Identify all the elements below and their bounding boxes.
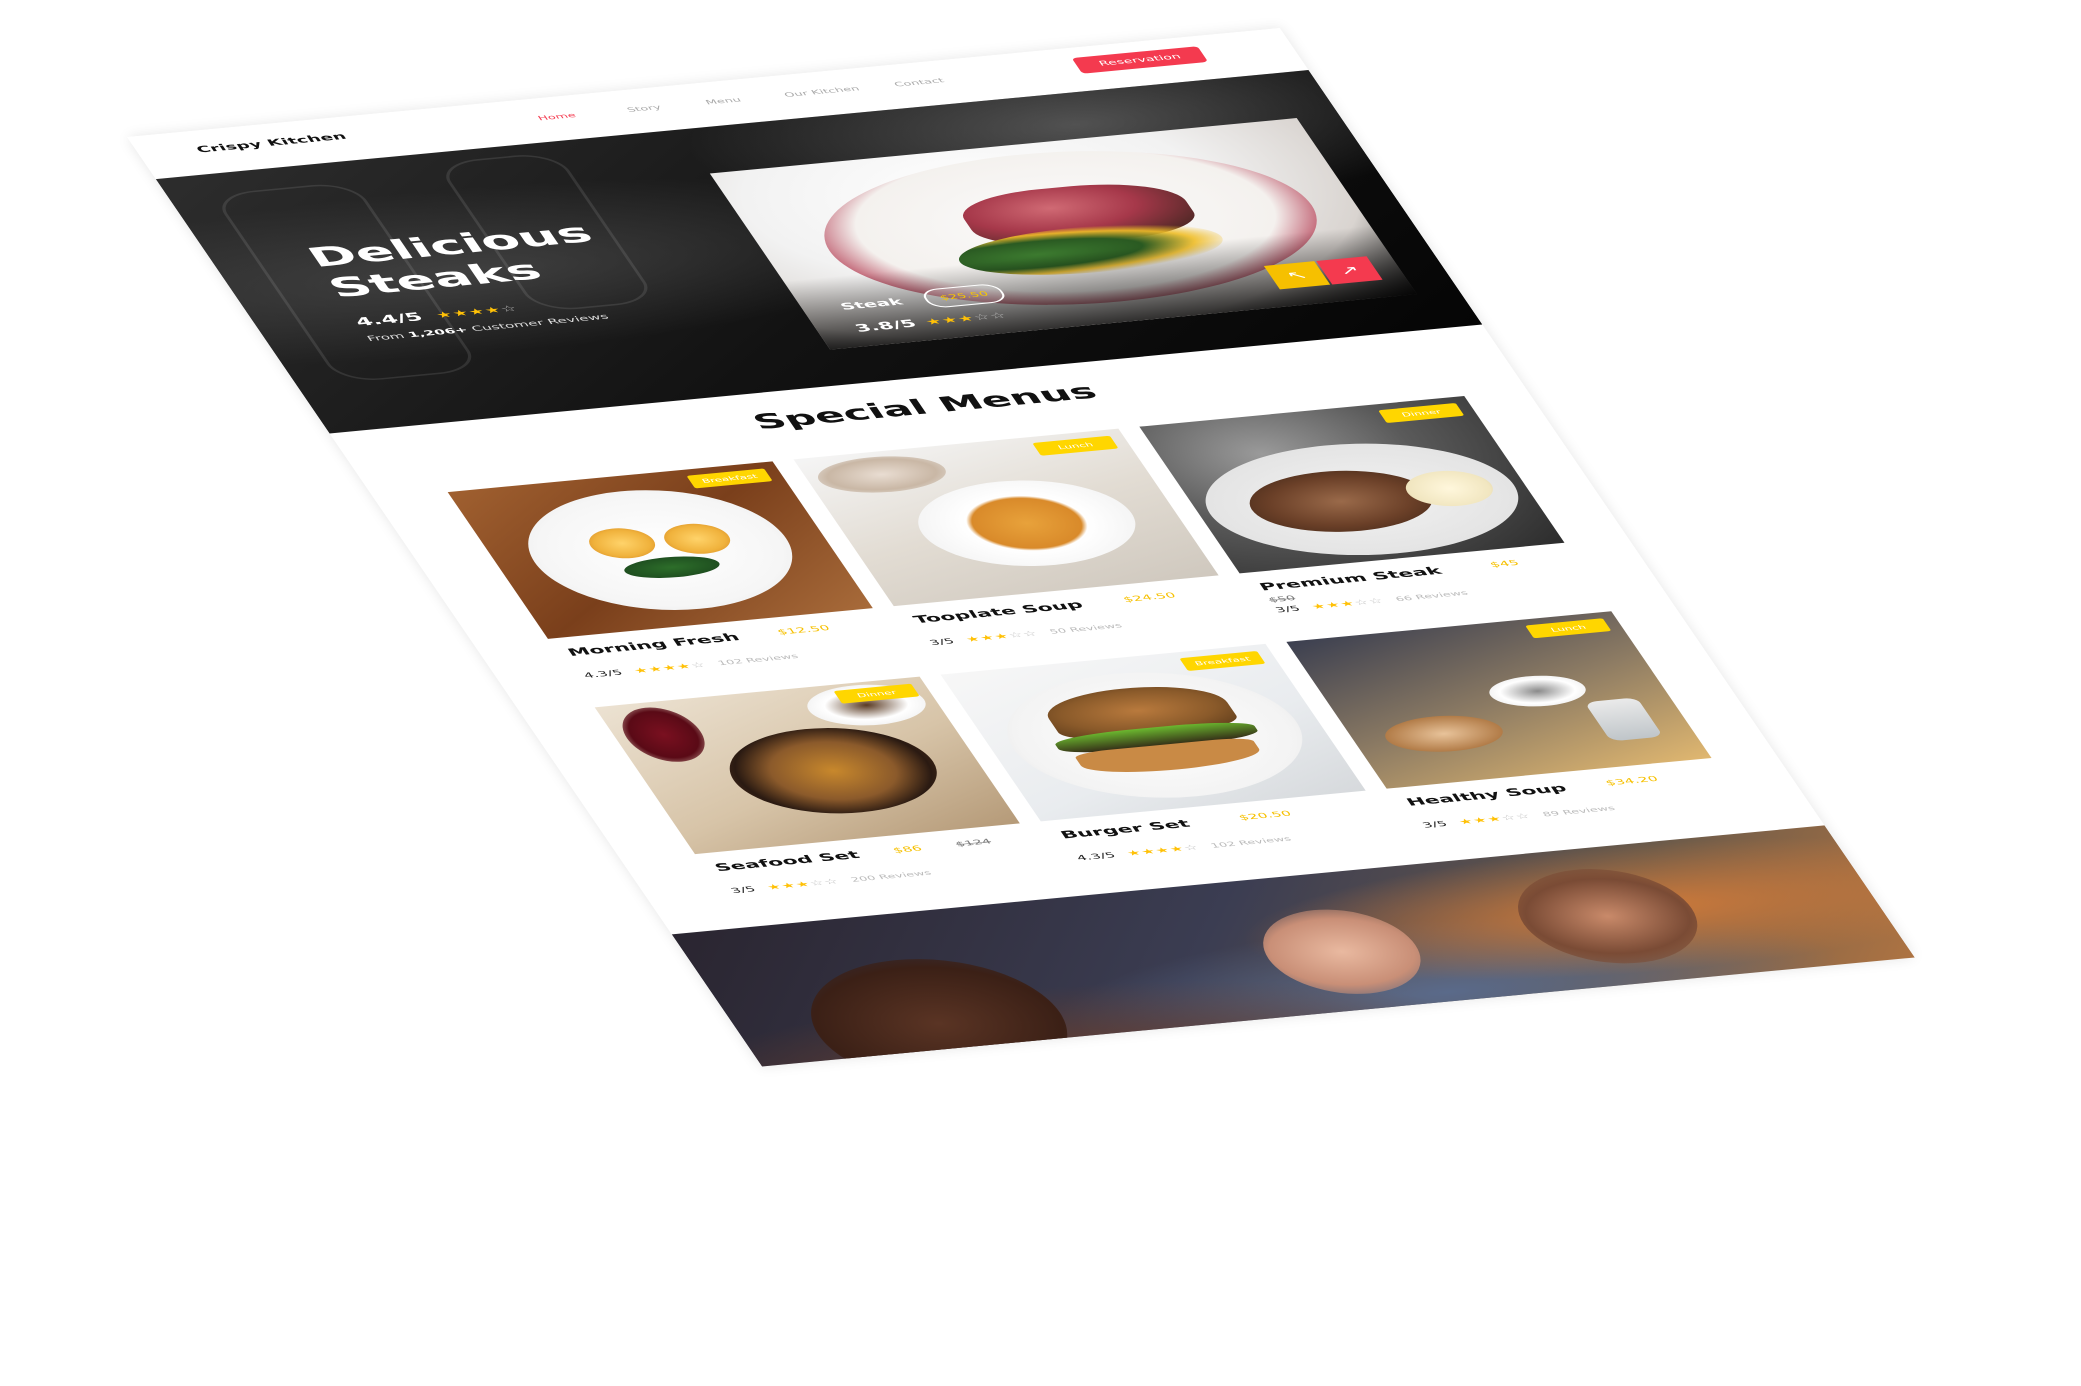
screenshot-stage: Crispy Kitchen Home Story Menu Our Kitch… <box>0 0 2081 1386</box>
nav-menu[interactable]: Menu <box>704 96 743 106</box>
star-rating-icon: ★★★★☆ <box>433 303 521 320</box>
menu-card-image: Dinner <box>594 676 1020 855</box>
rating-value: 3/5 <box>1273 604 1303 615</box>
water-glass-image <box>1584 697 1664 742</box>
brand-logo[interactable]: Crispy Kitchen <box>194 131 349 155</box>
review-count: 102 Reviews <box>1208 834 1293 850</box>
rating-value: 4.3/5 <box>581 668 625 680</box>
review-count: 200 Reviews <box>848 868 934 884</box>
menu-card-image: Lunch <box>793 428 1219 607</box>
soup-bowl-image <box>1480 671 1595 711</box>
menu-card-image: Dinner <box>1139 395 1565 574</box>
rating-value: 3/5 <box>1420 819 1450 830</box>
wine-glass-image <box>608 704 719 766</box>
diner-image <box>775 948 1104 1067</box>
menu-item-price: $24.50 <box>1121 591 1178 604</box>
menu-item-rating: 3/5 ★★★☆☆ 50 Reviews <box>928 621 1125 647</box>
meal-badge: Lunch <box>1525 618 1612 639</box>
nav-story[interactable]: Story <box>625 103 663 113</box>
meal-badge: Breakfast <box>686 468 773 489</box>
menu-item-old-price: $124 <box>953 837 994 849</box>
meal-badge: Dinner <box>1378 403 1465 424</box>
star-rating-icon: ★★★★☆ <box>631 660 709 676</box>
arrow-right-icon: ↗ <box>1335 263 1364 278</box>
rating-value: 3/5 <box>728 885 758 896</box>
star-rating-icon: ★★★☆☆ <box>765 877 842 892</box>
star-rating-icon: ★★★☆☆ <box>1456 811 1534 827</box>
menu-item-rating: 4.3/5 ★★★★☆ 102 Reviews <box>1074 834 1294 863</box>
nav-home[interactable]: Home <box>536 111 578 121</box>
review-count: 50 Reviews <box>1047 621 1124 636</box>
bread-basket-image <box>1374 711 1514 757</box>
rating-value: 4.3/5 <box>1074 851 1118 863</box>
menu-item-name: Tooplate Soup <box>910 598 1086 626</box>
star-rating-icon: ★★★☆☆ <box>963 629 1041 644</box>
meal-badge: Breakfast <box>1179 650 1266 672</box>
review-count: 66 Reviews <box>1393 589 1470 603</box>
rating-value: 3/5 <box>927 637 957 648</box>
star-rating-icon: ★★★☆☆ <box>1309 596 1387 612</box>
plate-image <box>494 479 827 621</box>
menu-item-rating: 3/5 ★★★☆☆ 66 Reviews <box>1273 589 1470 615</box>
menu-item-price: $34.20 <box>1603 774 1661 788</box>
menu-item-name: Morning Fresh <box>564 630 743 659</box>
soup-bowl-image <box>893 471 1161 575</box>
reservation-button[interactable]: Reservation <box>1071 46 1209 74</box>
menu-item-rating: 3/5 ★★★☆☆ 200 Reviews <box>729 868 934 895</box>
arrow-left-icon: ↖ <box>1283 268 1311 283</box>
menu-card-image: Breakfast <box>940 643 1366 822</box>
diner-image <box>1492 861 1724 971</box>
menu-card-image: Lunch <box>1286 611 1712 789</box>
menu-item-name: Healthy Soup <box>1403 781 1570 809</box>
menu-card-image: Breakfast <box>447 461 873 639</box>
star-rating-icon: ★★★★☆ <box>1124 843 1202 858</box>
menu-item-rating: 4.3/5 ★★★★☆ 102 Reviews <box>582 652 801 680</box>
menu-item-name: Seafood Set <box>711 848 863 874</box>
menu-item-price: $45 <box>1488 558 1522 570</box>
menu-item-price: $20.50 <box>1236 809 1294 823</box>
meal-badge: Lunch <box>1032 435 1119 456</box>
menu-item-rating: 3/5 ★★★☆☆ 89 Reviews <box>1420 804 1618 830</box>
review-count: 89 Reviews <box>1540 804 1617 818</box>
diner-image <box>1240 903 1444 1001</box>
nav-our-kitchen[interactable]: Our Kitchen <box>782 85 861 99</box>
menu-item-name: Burger Set <box>1057 817 1193 841</box>
review-count: 102 Reviews <box>715 652 801 667</box>
menu-item-old-price: $50 <box>1266 594 1298 605</box>
featured-dish-card[interactable]: Steak $25.50 3.8/5 ★★★☆☆ ↖ ↗ <box>709 118 1418 350</box>
side-dish-image <box>807 451 957 498</box>
menu-item-price: $12.50 <box>775 623 833 637</box>
landing-page: Crispy Kitchen Home Story Menu Our Kitch… <box>127 27 1915 1067</box>
nav-contact[interactable]: Contact <box>892 77 946 88</box>
skillet-image <box>705 719 962 822</box>
menu-item-price: $86 <box>890 844 925 855</box>
